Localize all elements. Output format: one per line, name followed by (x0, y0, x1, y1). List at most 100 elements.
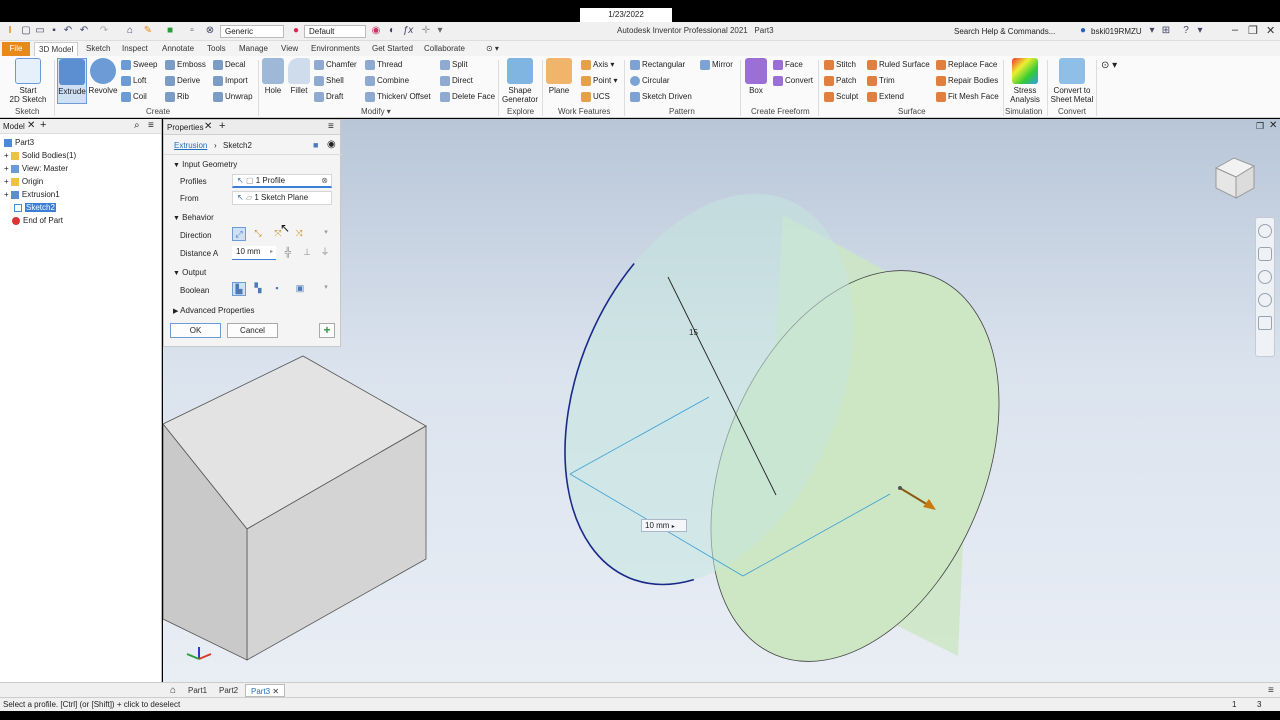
unwrap-button[interactable]: Unwrap (213, 92, 253, 102)
zoom-icon[interactable] (1258, 270, 1272, 284)
update-icon[interactable]: ■ (164, 25, 176, 37)
freeform-box-button[interactable]: Box (744, 58, 768, 95)
extrude-preview-cylinder[interactable] (509, 150, 1055, 682)
derive-button[interactable]: Derive (165, 76, 200, 86)
distance-to-icon[interactable]: ⊥ (300, 246, 314, 260)
sweep-button[interactable]: Sweep (121, 60, 157, 70)
distance-input-tag[interactable]: 10 mm ▸ (641, 519, 687, 532)
emboss-button[interactable]: Emboss (165, 60, 206, 70)
axis-button[interactable]: Axis ▾ (581, 60, 614, 70)
distance-a-input[interactable]: 10 mm ▸ (232, 246, 276, 260)
section-behavior[interactable]: ▼ Behavior (173, 213, 214, 222)
tree-item-solid-bodies[interactable]: + Solid Bodies(1) (4, 150, 76, 162)
split-button[interactable]: Split (440, 60, 468, 70)
tab-annotate[interactable]: Annotate (158, 42, 198, 56)
tree-item-end-of-part[interactable]: End of Part (12, 215, 63, 227)
redo-icon[interactable]: ↷ (98, 25, 110, 37)
user-name[interactable]: bski019RMZU (1091, 25, 1142, 38)
tab-view[interactable]: View (277, 42, 302, 56)
add-browser-tab-icon[interactable]: + (40, 119, 46, 131)
draft-button[interactable]: Draft (314, 92, 343, 102)
breadcrumb-extrusion[interactable]: Extrusion (174, 141, 207, 150)
extend-button[interactable]: Extend (867, 92, 904, 102)
section-output[interactable]: ▼ Output (173, 268, 206, 277)
distance-between-icon[interactable]: ⏚ (318, 246, 332, 260)
from-selector[interactable]: ↖ ▱ 1 Sketch Plane (232, 191, 332, 205)
user-dropdown-icon[interactable]: ▾ (1146, 25, 1158, 37)
help-dropdown-icon[interactable]: ▾ (1194, 25, 1206, 37)
extrude-button[interactable]: Extrude (57, 58, 87, 104)
appearance-icon[interactable]: ● (290, 25, 302, 37)
rectangular-pattern-button[interactable]: Rectangular (630, 60, 685, 70)
replace-face-button[interactable]: Replace Face (936, 60, 997, 70)
patch-button[interactable]: Patch (824, 76, 856, 86)
ok-button[interactable]: OK (170, 323, 221, 338)
save-icon[interactable]: ▪ (48, 25, 60, 37)
freeform-face-button[interactable]: Face (773, 60, 803, 70)
direction-dropdown-icon[interactable]: ▾ (319, 227, 333, 241)
appearance-combo[interactable]: Default (304, 25, 366, 38)
close-doc-tab-icon[interactable]: ✕ (272, 687, 279, 696)
tab-3d-model[interactable]: 3D Model (34, 42, 79, 56)
trim-button[interactable]: Trim (867, 76, 895, 86)
chamfer-button[interactable]: Chamfer (314, 60, 357, 70)
fit-mesh-face-button[interactable]: Fit Mesh Face (936, 92, 999, 102)
profiles-selector[interactable]: ↖ ▢ 1 Profile ⊗ (232, 174, 332, 188)
add-panel-tab-icon[interactable]: + (219, 120, 225, 132)
decal-button[interactable]: Decal (213, 60, 245, 70)
undo-icon[interactable]: ↶ (62, 25, 74, 37)
viewport-close-icon[interactable]: ✕ (1269, 120, 1277, 131)
pan-icon[interactable] (1258, 247, 1272, 261)
direction-default-button[interactable]: ⤢ (232, 227, 246, 241)
boolean-cut-button[interactable]: ▚ (251, 282, 265, 296)
start-2d-sketch-button[interactable]: Start 2D Sketch (8, 58, 48, 104)
tree-item-part3[interactable]: Part3 (4, 137, 34, 149)
panel-menu-icon[interactable]: ≡ (328, 121, 334, 132)
tab-inspect[interactable]: Inspect (118, 42, 152, 56)
plane-button[interactable]: Plane (544, 58, 574, 95)
sculpt-button[interactable]: Sculpt (824, 92, 858, 102)
existing-box-body[interactable] (163, 355, 427, 661)
thread-button[interactable]: Thread (365, 60, 402, 70)
viewcube-icon[interactable] (1212, 150, 1262, 206)
adjust-icon[interactable]: ◐ (386, 25, 398, 37)
tab-properties[interactable]: Properties (167, 123, 203, 132)
combine-button[interactable]: Combine (365, 76, 409, 86)
undo-icon-2[interactable]: ↶ (78, 25, 90, 37)
user-icon[interactable]: ● (1077, 25, 1089, 37)
stitch-button[interactable]: Stitch (824, 60, 856, 70)
boolean-intersect-button[interactable]: ▪ (270, 282, 284, 296)
select-icon[interactable]: ✎ (142, 25, 154, 37)
tab-file[interactable]: File (2, 42, 30, 56)
look-at-icon[interactable] (1258, 316, 1272, 330)
ribbon-extra-options-icon[interactable]: ⊙ ▾ (1101, 60, 1117, 71)
direct-button[interactable]: Direct (440, 76, 473, 86)
loft-button[interactable]: Loft (121, 76, 146, 86)
shell-button[interactable]: Shell (314, 76, 344, 86)
point-button[interactable]: Point ▾ (581, 76, 617, 86)
tree-item-view-master[interactable]: + View: Master (4, 163, 68, 175)
boolean-join-button[interactable]: ▙ (232, 282, 246, 296)
sketch-driven-pattern-button[interactable]: Sketch Driven (630, 92, 692, 102)
boolean-new-solid-button[interactable]: ▣ (293, 282, 307, 296)
material-combo[interactable]: Generic (220, 25, 284, 38)
coil-button[interactable]: Coil (121, 92, 147, 102)
open-folder-icon[interactable]: ▭ (34, 25, 46, 37)
repair-bodies-button[interactable]: Repair Bodies (936, 76, 998, 86)
search-help-input[interactable]: Search Help & Commands... (954, 25, 1072, 38)
diameter-dimension[interactable]: 15 (689, 328, 698, 337)
tab-get-started[interactable]: Get Started (368, 42, 417, 56)
tree-item-origin[interactable]: + Origin (4, 176, 43, 188)
hole-button[interactable]: Hole (261, 58, 285, 95)
ribbon-options-icon[interactable]: ⊙ ▾ (482, 42, 503, 56)
close-window-icon[interactable]: ✕ (1266, 24, 1275, 37)
stress-analysis-button[interactable]: Stress Analysis (1006, 58, 1044, 104)
rib-button[interactable]: Rib (165, 92, 189, 102)
menu-icon[interactable]: ≡ (148, 120, 154, 131)
section-input-geometry[interactable]: ▼ Input Geometry (173, 160, 237, 169)
orbit-icon[interactable] (1258, 293, 1272, 307)
cart-icon[interactable]: ⊞ (1160, 25, 1172, 37)
direction-asymmetric-button[interactable]: ⤨ (292, 227, 306, 241)
ucs-button[interactable]: UCS (581, 92, 610, 102)
tab-manage[interactable]: Manage (235, 42, 272, 56)
